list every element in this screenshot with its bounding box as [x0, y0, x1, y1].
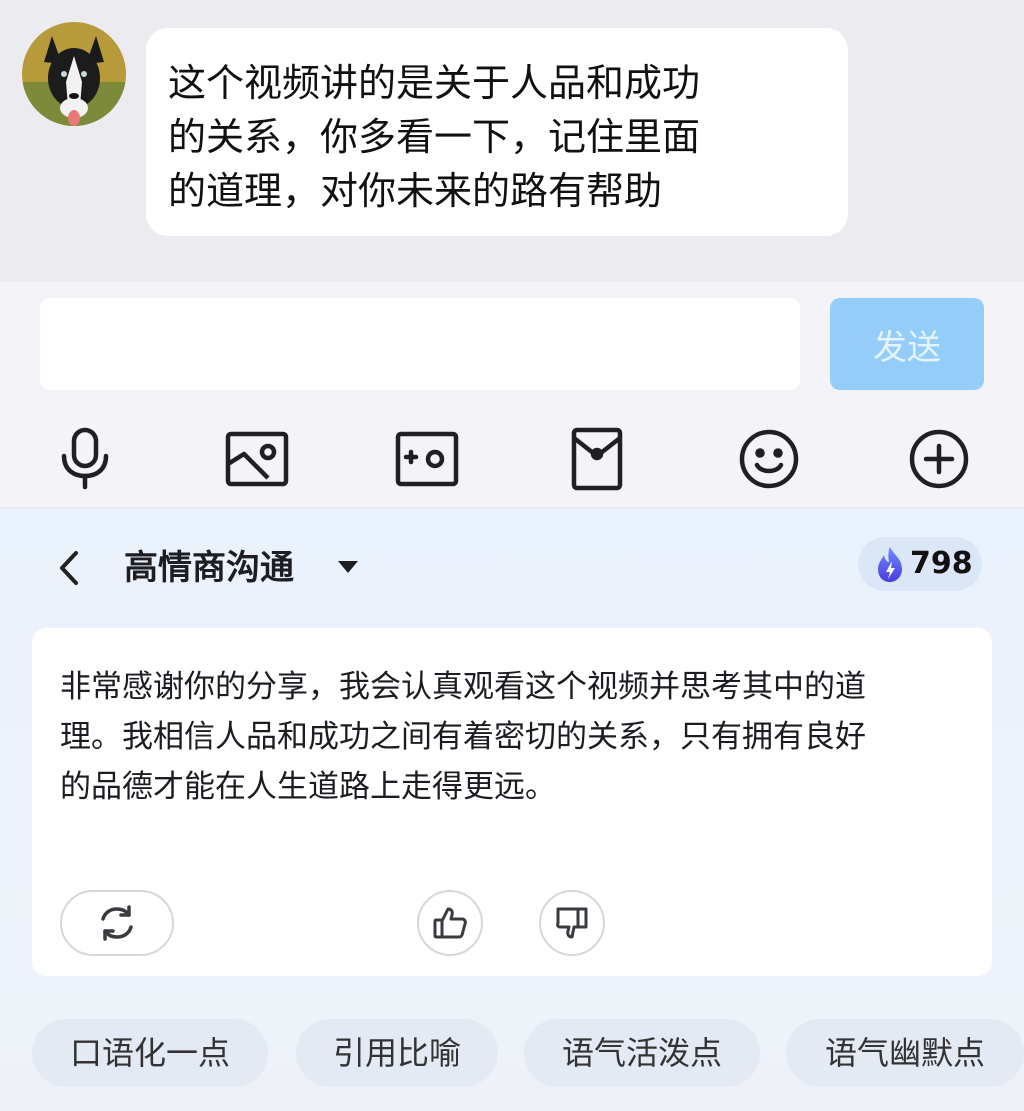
- thumbs-up-icon: [433, 907, 467, 939]
- dog-avatar-icon: [22, 22, 126, 126]
- message-bubble[interactable]: 这个视频讲的是关于人品和成功 的关系，你多看一下，记住里面 的道理，对你未来的路…: [146, 28, 848, 236]
- send-button[interactable]: 发送: [830, 298, 984, 390]
- red-envelope-icon[interactable]: [562, 424, 632, 494]
- message-input[interactable]: [40, 298, 800, 390]
- points-count: 798: [910, 546, 973, 581]
- chip-metaphor[interactable]: 引用比喻: [296, 1019, 498, 1087]
- image-icon[interactable]: [222, 424, 292, 494]
- suggested-reply-card[interactable]: 非常感谢你的分享，我会认真观看这个视频并思考其中的道 理。我相信人品和成功之间有…: [32, 628, 992, 976]
- message-line: 的道理，对你未来的路有帮助: [168, 169, 663, 213]
- suggested-reply-text: 非常感谢你的分享，我会认真观看这个视频并思考其中的道 理。我相信人品和成功之间有…: [60, 662, 970, 812]
- plus-icon[interactable]: [904, 424, 974, 494]
- camera-icon[interactable]: [392, 424, 462, 494]
- composer: 发送: [0, 282, 1024, 508]
- reply-line: 的品德才能在人生道路上走得更远。: [60, 769, 556, 805]
- caret-down-icon[interactable]: [336, 555, 360, 579]
- back-chevron-icon[interactable]: [50, 543, 90, 593]
- message-line: 这个视频讲的是关于人品和成功: [168, 61, 701, 105]
- thumbs-down-icon: [556, 907, 588, 939]
- refresh-icon: [101, 905, 133, 941]
- chip-colloquial[interactable]: 口语化一点: [32, 1019, 268, 1087]
- chat-area: 这个视频讲的是关于人品和成功 的关系，你多看一下，记住里面 的道理，对你未来的路…: [0, 0, 1024, 282]
- reply-line: 理。我相信人品和成功之间有着密切的关系，只有拥有良好: [60, 719, 866, 755]
- microphone-icon[interactable]: [50, 424, 120, 494]
- points-badge[interactable]: 798: [858, 537, 982, 591]
- chip-humorous[interactable]: 语气幽默点: [786, 1019, 1024, 1087]
- tone-chips: 口语化一点 引用比喻 语气活泼点 语气幽默点: [0, 1019, 1024, 1089]
- regenerate-button[interactable]: [60, 890, 174, 956]
- chip-lively[interactable]: 语气活泼点: [524, 1019, 760, 1087]
- message-line: 的关系，你多看一下，记住里面: [168, 115, 701, 159]
- smart-reply-panel: 高情商沟通 798 非常感谢你的分享，我会认真观看这个视频并思考其中的道 理。我: [0, 509, 1024, 1111]
- panel-title[interactable]: 高情商沟通: [124, 543, 294, 593]
- flame-icon: [878, 547, 902, 582]
- thumbs-down-button[interactable]: [539, 890, 605, 956]
- reply-line: 非常感谢你的分享，我会认真观看这个视频并思考其中的道: [60, 669, 866, 705]
- emoji-icon[interactable]: [734, 424, 804, 494]
- user-avatar[interactable]: [22, 22, 126, 126]
- chat-screen: 这个视频讲的是关于人品和成功 的关系，你多看一下，记住里面 的道理，对你未来的路…: [0, 0, 1024, 1111]
- thumbs-up-button[interactable]: [417, 890, 483, 956]
